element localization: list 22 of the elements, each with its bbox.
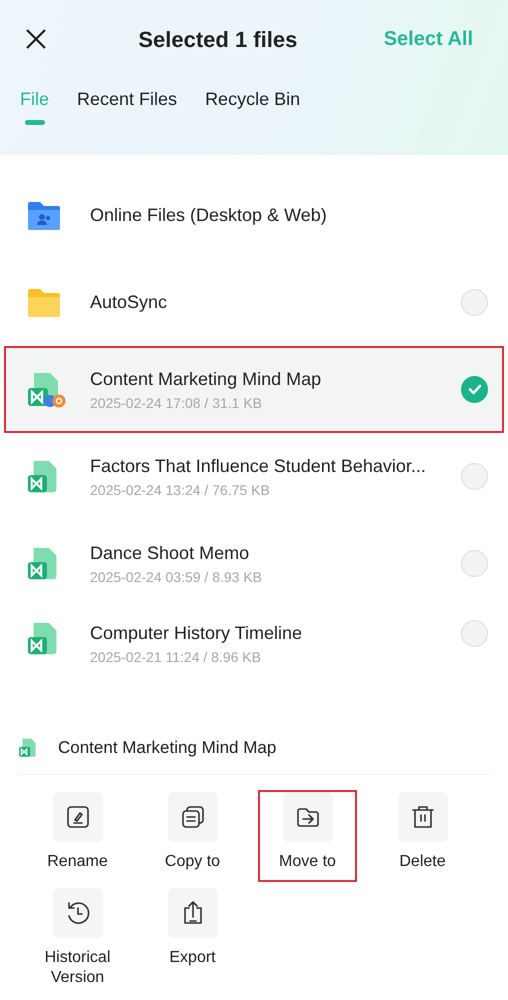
highlighted-action-button[interactable]: Move to <box>260 792 355 880</box>
file-name: Computer History Timeline <box>90 622 304 645</box>
file-name: Factors That Influence Student Behavior... <box>90 454 427 478</box>
file-name: Content Marketing Mind Map <box>90 368 322 391</box>
sheet-file-name: Content Marketing Mind Map <box>58 737 276 760</box>
file-name: Dance Shoot Memo <box>90 542 250 564</box>
action-button[interactable]: Historical Version <box>20 888 135 988</box>
header-title: Selected 1 files <box>138 26 298 54</box>
tab[interactable]: Recent Files <box>77 78 178 125</box>
file-name: AutoSync <box>90 291 168 314</box>
action-button[interactable]: Copy to <box>135 792 250 880</box>
action-button[interactable]: Rename <box>20 792 135 880</box>
action-button[interactable]: Delete <box>365 792 480 880</box>
file-meta: 2025-02-24 13:24 / 76.75 KB <box>90 480 271 500</box>
highlighted-file-row[interactable]: Content Marketing Mind Map 2025-02-24 17:08 / 31.1 KB <box>4 346 504 433</box>
select-checkbox[interactable] <box>461 376 488 403</box>
file-meta: 2025-02-24 03:59 / 8.93 KB <box>90 568 264 586</box>
file-meta: 2025-02-21 11:24 / 8.96 KB <box>90 648 262 667</box>
file-meta: 2025-02-24 17:08 / 31.1 KB <box>90 394 264 412</box>
action-button[interactable]: Export <box>135 888 250 988</box>
tab[interactable]: Recycle Bin <box>205 78 300 125</box>
file-name: Online Files (Desktop & Web) <box>90 204 328 227</box>
